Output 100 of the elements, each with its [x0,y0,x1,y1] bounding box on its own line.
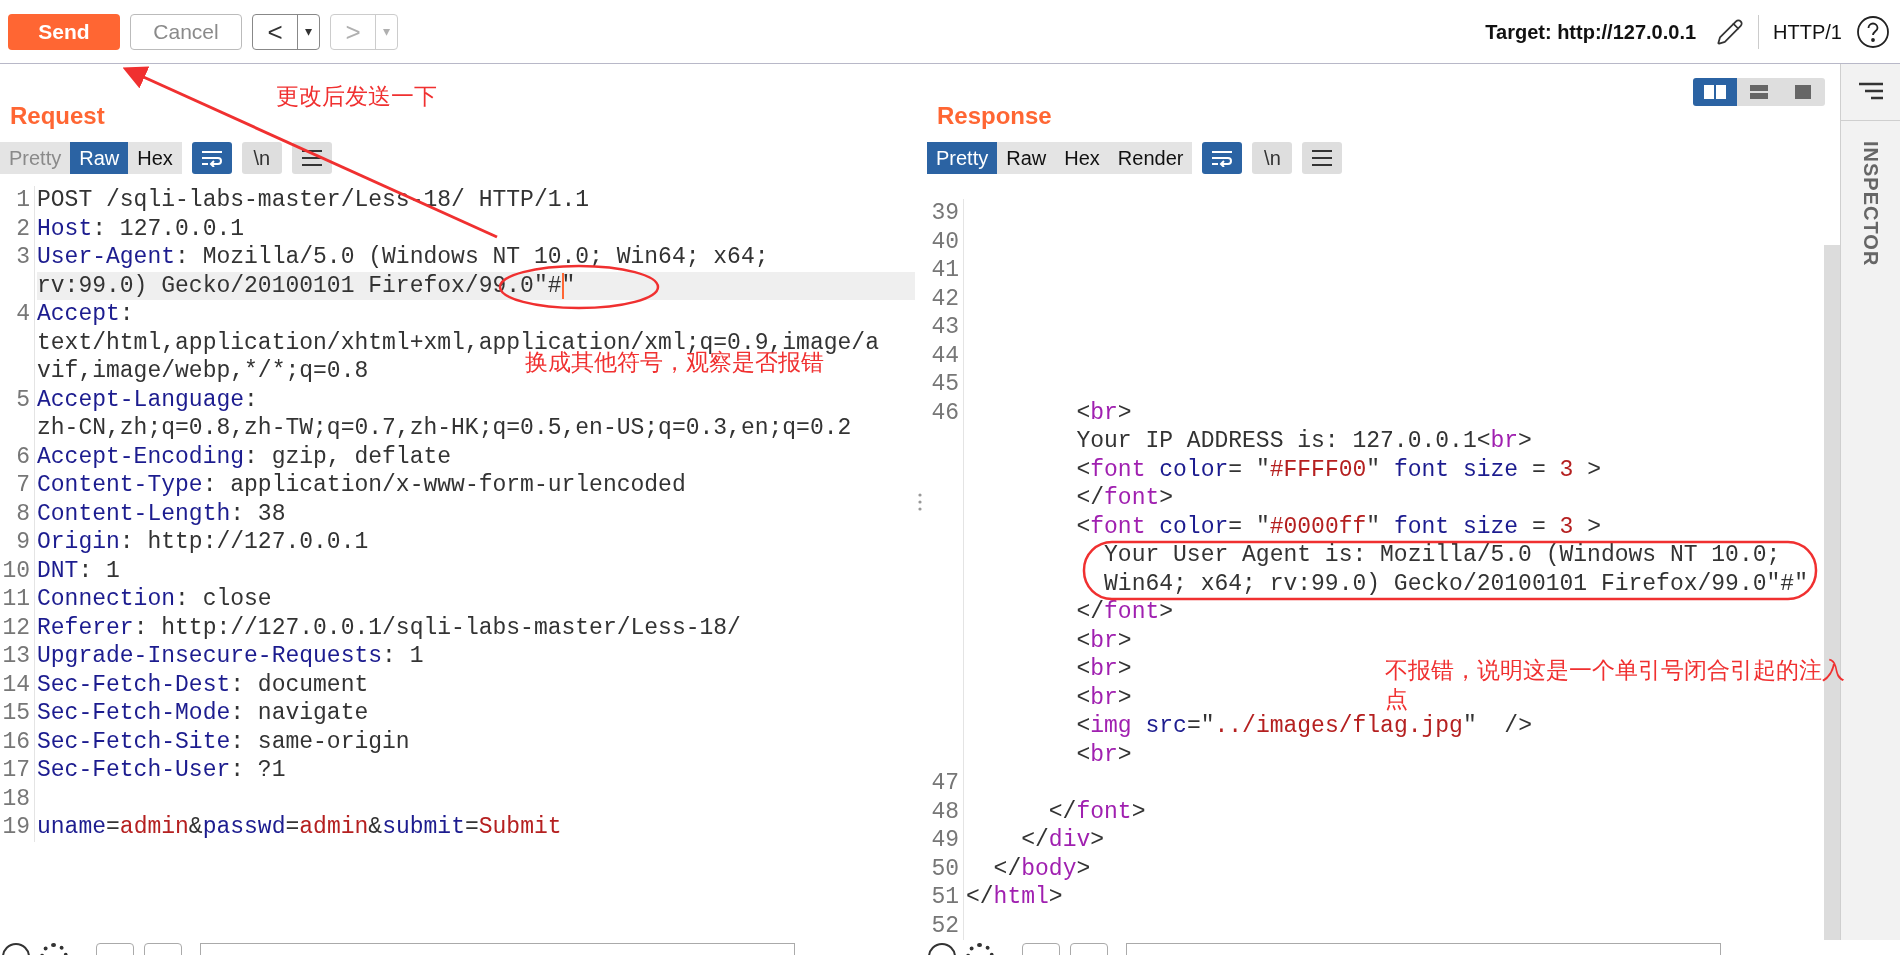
line-number: 12 [2,614,30,641]
line-number: 1 [16,187,30,213]
view-tab[interactable]: Hex [128,142,182,174]
line-number: 13 [2,643,30,669]
code-line: Upgrade-Insecure-Requests: 1 [37,643,424,669]
inspector-tab[interactable]: INSPECTOR [1855,141,1886,267]
line-number: 41 [931,257,959,283]
code-line: User-Agent: Mozilla/5.0 (Windows NT 10.0; Win64; x64; [37,244,769,270]
code-line: <img src="../images/flag.jpg" /> [1075,713,1532,739]
line-number: 10 [2,557,30,584]
line-number: 45 [931,371,959,397]
code-line: uname=admin&passwd=admin&submit=Submit [37,814,562,840]
line-number: 50 [931,855,959,882]
code-line: </html> [966,884,1063,910]
line-number: 5 [16,386,30,413]
line-number: 17 [2,757,30,783]
code-line: Win64; x64; rv:99.0) Gecko/20100101 Firefox/99.0"#" [1103,570,1808,597]
line-number: 16 [2,728,30,755]
code-line: DNT: 1 [37,557,120,584]
code-line: <br> [1075,741,1132,768]
square-icon [1795,85,1811,99]
view-tab[interactable]: Pretty [927,142,998,174]
line-number: 44 [931,342,959,369]
code-line: Sec-Fetch-Site: same-origin [37,728,410,755]
annotation-note: 不报错，说明这是一个单引号闭合引起的注入点 [1385,656,1846,714]
layout-button[interactable] [1693,78,1737,106]
code-line: vif,image/webp,*/*;q=0.8 [37,358,369,384]
annotation-note: 更改后发送一下 [276,82,437,111]
code-line: </div> [1020,827,1105,853]
wrap-icon [1210,149,1235,167]
code-line: Accept: [37,301,134,327]
target-label: Target: http://127.0.0.1 [1485,19,1697,45]
line-number: 19 [2,814,30,840]
code-line: Sec-Fetch-Mode: navigate [37,700,369,726]
layout-button[interactable] [1781,78,1825,106]
code-line: Accept-Language: [37,386,258,413]
line-number: 40 [931,228,959,255]
code-line: <br> [1075,684,1132,711]
code-line: <br> [1075,627,1132,654]
line-number: 3 [16,244,30,270]
menu-icon [1311,149,1334,167]
filter-icon[interactable] [1857,82,1884,100]
layout-button[interactable] [1737,78,1781,106]
line-number: 18 [2,785,30,812]
newline-toggle[interactable]: \n [1252,142,1293,174]
line-number: 9 [16,529,30,555]
newline-toggle[interactable]: \n [241,142,282,174]
code-line: Your User Agent is: Mozilla/5.0 (Windows NT 10.0; [1103,542,1781,568]
code-line: <font color= "#FFFF00" font size = 3 > [1075,456,1601,483]
drag-handle-icon[interactable] [918,493,922,511]
line-number: 2 [16,215,30,242]
wrap-icon [199,149,224,167]
edit-icon[interactable] [1716,17,1745,46]
code-line: Content-Type: application/x-www-form-urlencoded [37,472,686,498]
view-tab[interactable]: Render [1108,142,1193,174]
code-line: <br> [1075,399,1132,426]
nav-dropdown[interactable]: ▾ [297,14,319,49]
view-tab[interactable]: Hex [1055,142,1109,174]
protocol-label[interactable]: HTTP/1 [1773,16,1842,47]
line-number: 47 [931,770,959,796]
line-number: 11 [2,586,30,612]
line-number: 49 [931,827,959,853]
code-line: <font color= "#0000ff" font size = 3 > [1075,513,1601,540]
line-number: 7 [16,472,30,498]
line-number: 46 [931,399,959,426]
code-line: </font> [1075,485,1174,511]
code-line: Your IP ADDRESS is: 127.0.0.1<br> [1075,428,1532,454]
help-icon[interactable] [1856,14,1890,49]
menu-toggle[interactable] [291,142,332,174]
line-number: 51 [931,884,959,910]
code-line: Accept-Encoding: gzip, deflate [37,443,452,470]
code-line: Referer: http://127.0.0.1/sqli-labs-master/Less-18/ [37,614,741,641]
line-number: 52 [931,912,959,939]
line-number: 8 [16,500,30,527]
code-line: </font> [1075,599,1174,625]
wrap-toggle[interactable] [191,142,232,174]
menu-icon [300,149,323,167]
code-line: </body> [992,855,1091,882]
line-number: 14 [2,671,30,698]
columns-icon [1704,85,1726,99]
view-tab[interactable]: Raw [997,142,1056,174]
code-line: Content-Length: 38 [37,500,286,527]
code-line: Sec-Fetch-Dest: document [37,671,369,698]
nav-button[interactable]: < [253,14,297,49]
line-number: 15 [2,700,30,726]
line-number: 4 [16,301,30,327]
code-line: Connection: close [37,586,272,612]
code-line: Origin: http://127.0.0.1 [37,529,369,555]
wrap-toggle[interactable] [1202,142,1243,174]
code-line: zh-CN,zh;q=0.8,zh-TW;q=0.7,zh-HK;q=0.5,en-US;q=0.3,en;q=0.2 [37,415,852,441]
code-line: <br> [1075,656,1132,682]
panel-title: Response [937,101,1052,131]
code-line: </font> [1047,798,1146,825]
code-line: Host: 127.0.0.1 [37,215,245,242]
menu-toggle[interactable] [1302,142,1343,174]
view-tab[interactable]: Raw [70,142,129,174]
rows-icon [1750,85,1768,99]
line-number: 39 [931,200,959,226]
line-number: 6 [16,443,30,470]
line-number: 43 [931,314,959,340]
